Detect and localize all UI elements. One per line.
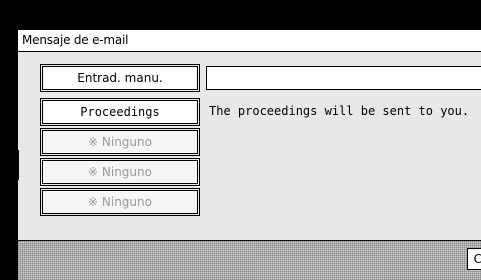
proceedings-button[interactable]: Proceedings (40, 98, 200, 126)
corner-button[interactable]: C (467, 248, 481, 270)
email-message-screen: Mensaje de e-mail Entrad. manu. Proceedi… (16, 28, 481, 280)
status-bar: C (18, 240, 481, 280)
none-label-3: ※ Ninguno (88, 195, 152, 209)
message-field[interactable] (206, 66, 481, 90)
corner-button-label: C (474, 252, 481, 266)
none-button-1: ※ Ninguno (40, 128, 200, 156)
proceedings-label: Proceedings (80, 105, 160, 119)
none-label-2: ※ Ninguno (88, 165, 152, 179)
screen-title: Mensaje de e-mail (22, 33, 129, 47)
none-button-3: ※ Ninguno (40, 188, 200, 216)
proceedings-description: The proceedings will be sent to you. (209, 104, 470, 118)
none-button-2: ※ Ninguno (40, 158, 200, 186)
manual-entry-label: Entrad. manu. (77, 71, 163, 85)
content-area: Entrad. manu. Proceedings The proceeding… (18, 52, 481, 242)
none-label-1: ※ Ninguno (88, 135, 152, 149)
title-bar: Mensaje de e-mail (18, 30, 481, 52)
frame-notch (18, 150, 19, 180)
manual-entry-button[interactable]: Entrad. manu. (40, 64, 200, 92)
